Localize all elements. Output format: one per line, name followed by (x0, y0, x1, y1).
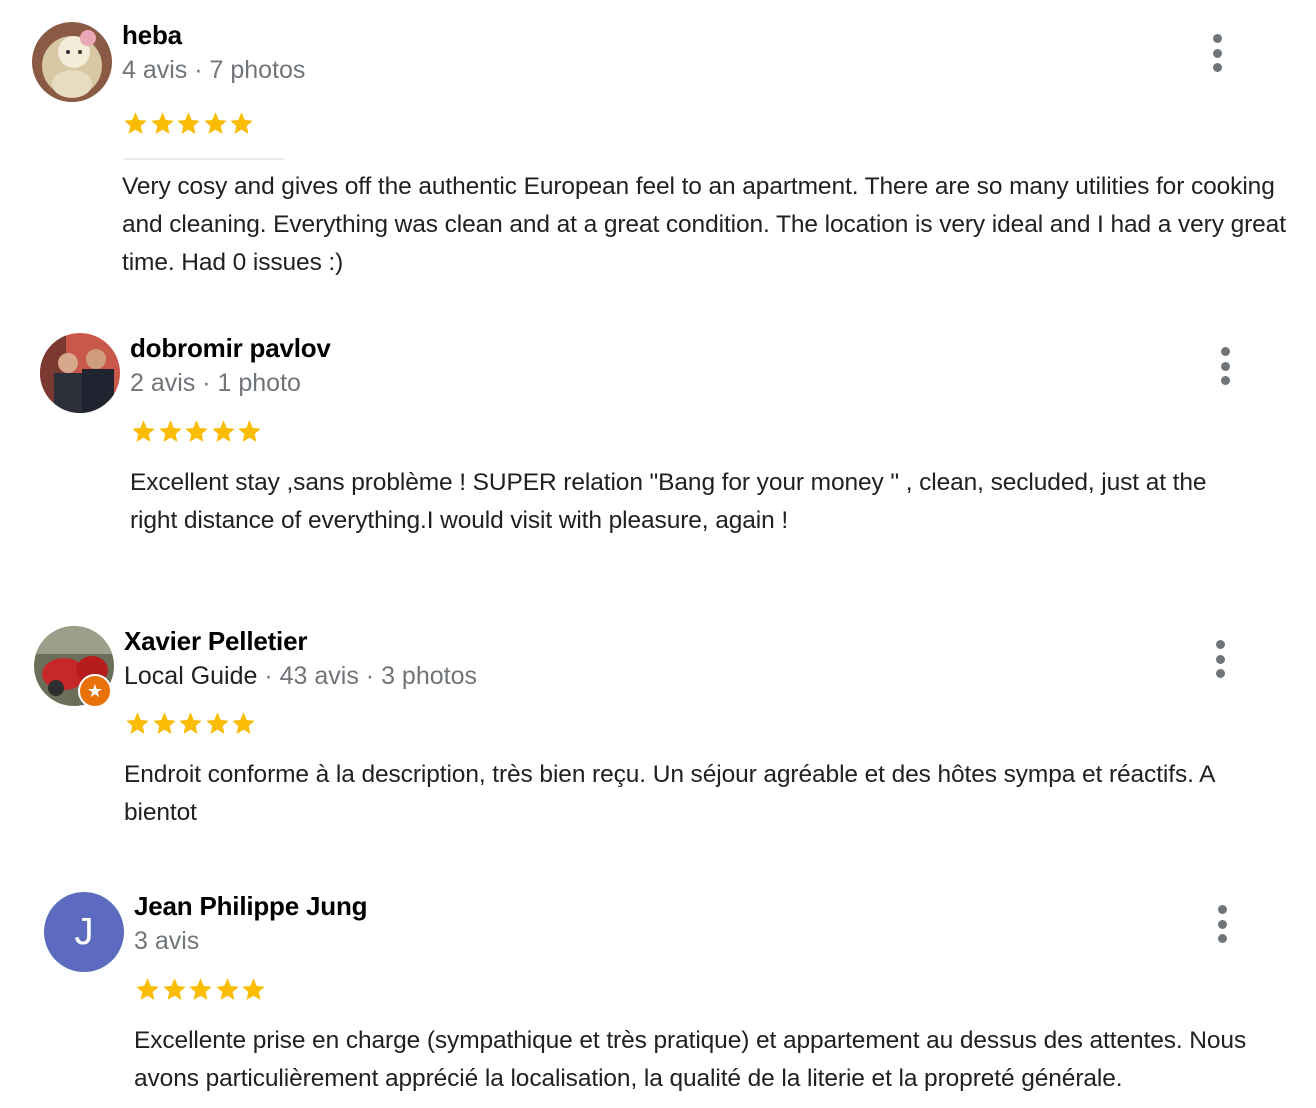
star-icon (179, 712, 202, 734)
more-options-button[interactable] (1200, 636, 1240, 682)
more-options-button[interactable] (1202, 901, 1242, 947)
star-icon (126, 712, 149, 734)
reviewer-name[interactable]: heba (122, 20, 182, 51)
avatar[interactable]: J (44, 892, 124, 972)
star-icon (185, 420, 208, 442)
more-vert-icon (1220, 347, 1230, 356)
avatar[interactable] (32, 22, 112, 102)
reviewer-name[interactable]: Jean Philippe Jung (134, 891, 368, 922)
reviewer-meta: Local Guide · 43 avis · 3 photos (124, 662, 477, 691)
reviewer-counts: · 43 avis · 3 photos (257, 662, 477, 690)
star-icon (136, 978, 159, 1000)
star-icon (152, 712, 176, 734)
reviewer-name[interactable]: dobromir pavlov (130, 333, 331, 364)
star-icon (124, 112, 147, 134)
rating-stars (122, 110, 255, 138)
reviewer-meta: 2 avis · 1 photo (130, 369, 301, 397)
star-icon (215, 978, 239, 1000)
more-vert-icon (1212, 34, 1222, 43)
review-text: Excellente prise en charge (sympathique … (134, 1027, 1247, 1092)
rating-stars (124, 710, 257, 738)
local-guide-star-icon: ★ (86, 681, 104, 701)
star-icon (203, 112, 227, 134)
star-icon (230, 112, 253, 134)
star-icon (238, 420, 261, 442)
star-icon (177, 112, 200, 134)
review-text: Excellent stay ,sans problème ! SUPER re… (130, 469, 1207, 534)
review-text: Endroit conforme à la description, très … (124, 761, 1215, 826)
local-guide-label: Local Guide (124, 662, 258, 690)
reviewer-meta: 4 avis · 7 photos (122, 56, 306, 84)
rating-stars (130, 418, 263, 446)
star-icon (232, 712, 255, 734)
star-icon (158, 420, 182, 442)
more-vert-icon (1215, 640, 1225, 649)
star-icon (211, 420, 235, 442)
avatar-photo (32, 22, 112, 102)
avatar-photo (40, 333, 120, 413)
more-options-button[interactable] (1205, 343, 1245, 389)
reviewer-meta: 3 avis (134, 927, 200, 955)
star-icon (189, 978, 212, 1000)
star-icon (132, 420, 155, 442)
star-icon (205, 712, 229, 734)
avatar-initial: J (74, 910, 94, 953)
star-icon (242, 978, 265, 1000)
rating-stars (134, 976, 267, 1004)
reviewer-name[interactable]: Xavier Pelletier (124, 626, 307, 657)
star-icon (162, 978, 186, 1000)
more-vert-icon (1217, 905, 1227, 914)
review-text: Very cosy and gives off the authentic Eu… (122, 173, 1286, 276)
divider (124, 158, 284, 160)
more-options-button[interactable] (1197, 30, 1237, 76)
star-icon (150, 112, 174, 134)
avatar[interactable] (40, 333, 120, 413)
local-guide-badge: ★ (78, 674, 112, 708)
